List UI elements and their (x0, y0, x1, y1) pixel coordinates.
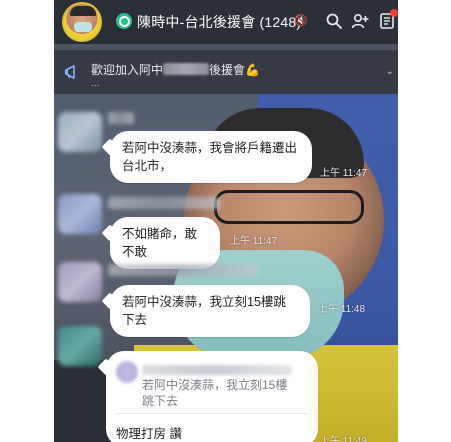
quoted-sender-name (142, 365, 292, 375)
announcement-text: 歡迎加入阿中 後援會💪 (91, 63, 260, 77)
message-time: 上午 11:47 (320, 168, 368, 179)
notification-badge (390, 9, 398, 17)
sender-avatar[interactable] (58, 262, 102, 302)
message-time: 上午 11:47 (230, 236, 278, 247)
quoted-avatar (116, 361, 138, 383)
chevron-down-icon[interactable]: ⌄ (386, 66, 394, 77)
search-icon[interactable] (325, 12, 343, 30)
sender-avatar[interactable] (58, 112, 102, 152)
sender-name (108, 112, 134, 124)
message-bubble[interactable]: 若阿中沒湊蒜，我立刻15樓跳下去 (110, 285, 310, 337)
sender-name (108, 264, 258, 276)
sender-avatar[interactable] (58, 326, 102, 366)
announcement-subtext: ... (91, 78, 100, 89)
chat-header: 陳時中-台北後援會 (1248) 🔇 (54, 0, 398, 44)
quoted-text: 若阿中沒湊蒜，我立刻15樓跳下去 (142, 378, 288, 408)
chat-screen: 陳時中-台北後援會 (1248) 🔇 歡迎加入阿中 後援會💪 ... ⌄ 若阿中沒… (54, 0, 398, 442)
right-margin (398, 0, 451, 442)
reply-message-bubble[interactable]: 若阿中沒湊蒜，我立刻15樓跳下去 物理打房 讚 (106, 351, 318, 442)
message-bubble[interactable]: 不如賭命，敢不敢 (110, 217, 220, 269)
reply-text: 物理打房 讚 (116, 427, 182, 441)
group-title[interactable]: 陳時中-台北後援會 (1248) (137, 12, 301, 32)
sender-name (108, 197, 220, 209)
announcement-bar[interactable]: 歡迎加入阿中 後援會💪 ... ⌄ (54, 50, 398, 94)
megaphone-icon (64, 64, 82, 80)
message-bubble[interactable]: 若阿中沒湊蒜，我會將戶籍遷出台北市， (110, 131, 312, 183)
add-friend-icon[interactable] (351, 12, 369, 30)
blurred-text (163, 63, 210, 75)
message-time: 上午 11:48 (318, 304, 366, 315)
message-time: 上午 11:49 (320, 436, 368, 442)
flexed-bicep-emoji: 💪 (245, 63, 260, 77)
reply-divider (116, 413, 308, 414)
mute-icon: 🔇 (294, 15, 308, 27)
sender-avatar[interactable] (58, 194, 102, 234)
group-avatar[interactable] (62, 2, 102, 42)
left-margin (0, 0, 54, 442)
background-glasses (214, 190, 364, 224)
group-chat-icon (116, 13, 132, 29)
